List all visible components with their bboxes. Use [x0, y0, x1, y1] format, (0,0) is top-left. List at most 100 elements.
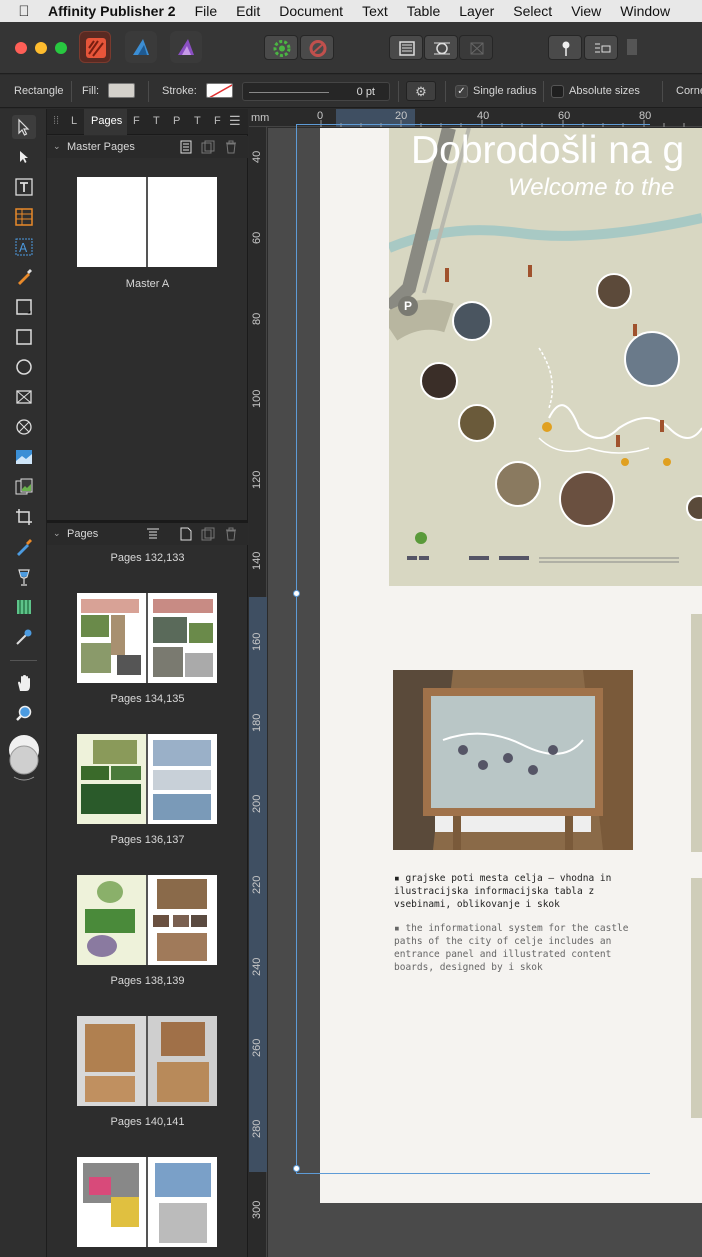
frame-text-tool-icon[interactable] [12, 175, 36, 199]
menu-table[interactable]: Table [407, 3, 440, 19]
tab-text-styles[interactable]: T [153, 115, 160, 127]
menu-select[interactable]: Select [513, 3, 552, 19]
color-picker-tool-icon[interactable] [12, 625, 36, 649]
duplicate-master-icon[interactable] [201, 140, 215, 154]
tab-pages[interactable]: Pages [91, 115, 122, 127]
document-canvas[interactable]: P Dobrodošli na g Welcome to the ▪ grajs… [268, 124, 702, 1257]
page-layout-button[interactable] [389, 35, 423, 60]
spread-thumbnail-134-135[interactable] [77, 593, 217, 683]
horizontal-ruler[interactable]: mm 0 20 40 60 80 [249, 109, 702, 127]
divider [10, 660, 37, 661]
caption-slovene[interactable]: ▪ grajske poti mesta celja – vhodna in i… [394, 872, 654, 911]
selection-handle[interactable] [293, 1165, 300, 1172]
tools-panel: A [0, 109, 47, 1257]
hand-tool-icon[interactable] [12, 671, 36, 695]
absolute-sizes-checkbox[interactable] [551, 85, 564, 98]
menu-edit[interactable]: Edit [236, 3, 260, 19]
side-image-block[interactable] [691, 614, 702, 852]
preflight-button[interactable] [264, 35, 298, 60]
move-tool-icon[interactable] [12, 115, 36, 139]
panel-toggle-icon[interactable] [627, 39, 637, 55]
crop-tool-icon[interactable] [12, 505, 36, 529]
single-radius-checkbox[interactable]: ✓ [455, 85, 468, 98]
divider [148, 81, 149, 102]
vector-brush-tool-icon[interactable] [12, 595, 36, 619]
chevron-down-icon[interactable]: ⌄ [53, 141, 61, 152]
stroke-width-slider[interactable] [249, 92, 329, 93]
menu-document[interactable]: Document [279, 3, 343, 19]
poster-subtitle: Welcome to the [508, 174, 675, 201]
svg-text:A: A [19, 241, 28, 255]
transparency-tool-icon[interactable] [12, 565, 36, 589]
minimize-window-button[interactable] [35, 42, 47, 54]
tab-layers[interactable]: L [71, 115, 77, 127]
frame-off-button[interactable] [459, 35, 493, 60]
delete-page-icon[interactable] [224, 527, 238, 541]
node-tool-icon[interactable] [12, 145, 36, 169]
table-tool-icon[interactable] [12, 205, 36, 229]
spread-thumbnail-136-137[interactable] [77, 734, 217, 824]
page-order-icon[interactable] [146, 527, 160, 541]
ruler-tick-marks [320, 120, 685, 127]
designer-persona-icon[interactable] [125, 31, 157, 63]
fill-tool-icon[interactable] [12, 535, 36, 559]
duplicate-page-icon[interactable] [201, 527, 215, 541]
rectangle-frame-tool-icon[interactable] [12, 295, 36, 319]
gear-icon[interactable]: ⚙ [406, 81, 436, 101]
publisher-persona-icon[interactable] [79, 31, 111, 63]
menu-file[interactable]: File [195, 3, 218, 19]
apple-icon[interactable]:  [0, 3, 48, 20]
tab-footnotes[interactable]: F [214, 115, 221, 127]
chevron-down-icon[interactable]: ⌄ [53, 528, 61, 539]
text-style-button[interactable] [584, 35, 618, 60]
artistic-text-tool-icon[interactable]: A [12, 235, 36, 259]
fill-swatch[interactable] [108, 83, 135, 98]
place-image-tool-icon[interactable] [12, 475, 36, 499]
color-wheel-icon[interactable] [7, 731, 41, 781]
rectangle-tool-icon[interactable] [12, 325, 36, 349]
selection-handle[interactable] [293, 590, 300, 597]
panel-tab-bar: ⁞⁞ L Pages F T P T F ☰ [47, 109, 248, 135]
ellipse-tool-icon[interactable] [12, 355, 36, 379]
delete-master-icon[interactable] [224, 140, 238, 154]
zoom-tool-icon[interactable] [12, 701, 36, 725]
stroke-swatch[interactable] [206, 83, 233, 98]
snapping-button[interactable] [300, 35, 334, 60]
ellipse-placeholder-tool-icon[interactable] [12, 415, 36, 439]
menu-view[interactable]: View [571, 3, 601, 19]
pen-tool-icon[interactable] [12, 265, 36, 289]
caption-english[interactable]: ▪ the informational system for the castl… [394, 922, 654, 974]
pages-header: ⌄ Pages [47, 523, 248, 545]
fill-label: Fill: [82, 85, 100, 97]
master-options-icon[interactable] [179, 140, 193, 154]
text-wrap-button[interactable] [424, 35, 458, 60]
menu-window[interactable]: Window [620, 3, 670, 19]
panel-menu-icon[interactable]: ☰ [229, 113, 241, 129]
stroke-width-field[interactable]: 0 pt [242, 82, 390, 101]
add-page-icon[interactable] [179, 527, 193, 541]
spread-thumbnail-142-143[interactable] [77, 1157, 217, 1247]
side-image-block[interactable] [691, 878, 702, 1118]
master-a-thumbnail[interactable] [77, 177, 217, 267]
document-page[interactable]: P Dobrodošli na g Welcome to the ▪ grajs… [320, 128, 702, 1203]
close-window-button[interactable] [15, 42, 27, 54]
signboard-photo[interactable] [393, 670, 633, 850]
menu-app-name[interactable]: Affinity Publisher 2 [48, 3, 176, 19]
rectangle-placeholder-tool-icon[interactable] [12, 385, 36, 409]
master-pages-title: Master Pages [67, 141, 135, 153]
spread-thumbnail-138-139[interactable] [77, 875, 217, 965]
tab-fields[interactable]: F [133, 115, 140, 127]
zoom-window-button[interactable] [55, 42, 67, 54]
panel-grip-icon[interactable]: ⁞⁞ [53, 115, 59, 127]
spread-thumbnail-140-141[interactable] [77, 1016, 217, 1106]
photo-persona-icon[interactable] [170, 31, 202, 63]
menu-text[interactable]: Text [362, 3, 388, 19]
pin-button[interactable] [548, 35, 582, 60]
vertical-ruler[interactable]: 40 60 80 100 120 140 160 180 200 220 240… [249, 127, 267, 1257]
tab-toc[interactable]: T [194, 115, 201, 127]
poster-map-image[interactable]: P Dobrodošli na g Welcome to the [389, 128, 702, 586]
tab-paragraph[interactable]: P [173, 115, 180, 127]
menu-layer[interactable]: Layer [459, 3, 494, 19]
ruler-tick: 160 [251, 632, 263, 651]
picture-frame-tool-icon[interactable] [12, 445, 36, 469]
